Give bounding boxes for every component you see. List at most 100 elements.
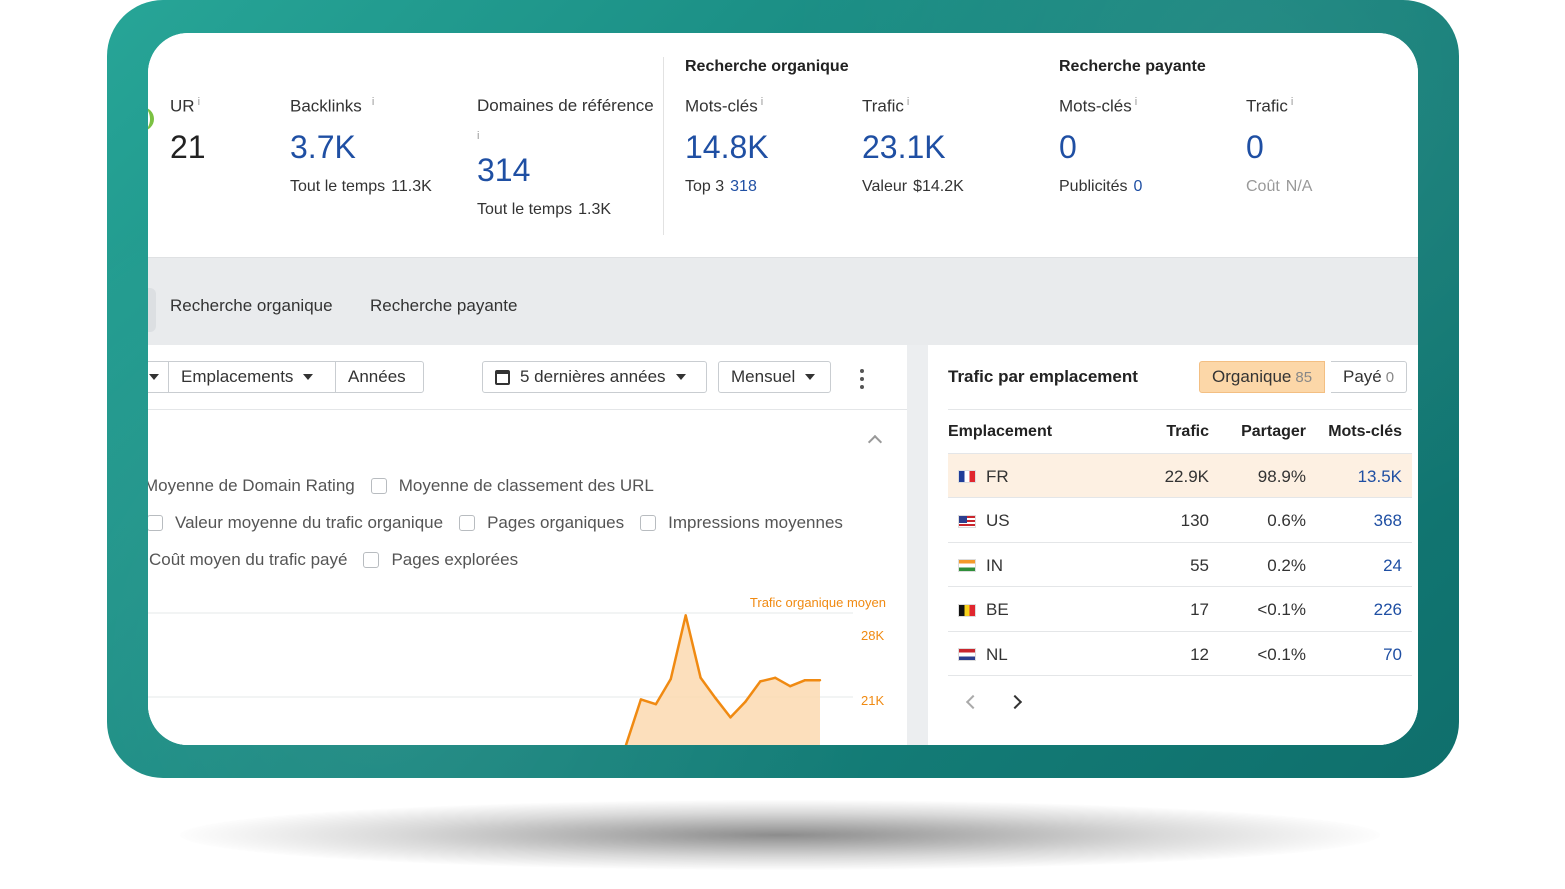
info-icon[interactable]: i <box>1135 96 1137 108</box>
checkbox-crawled-pages[interactable]: Pages explorées <box>363 550 518 570</box>
period-dropdown[interactable]: 5 dernières années <box>482 361 707 393</box>
interval-dropdown[interactable]: Mensuel <box>718 361 831 393</box>
organic-traffic-label: Trafic <box>862 96 904 116</box>
data-point-2[interactable] <box>654 703 658 706</box>
calendar-icon <box>495 369 510 385</box>
location-code: FR <box>986 466 1009 486</box>
keywords-link[interactable]: 368 <box>1374 511 1402 531</box>
keywords-link[interactable]: 24 <box>1383 556 1402 576</box>
data-point-13[interactable] <box>818 679 822 682</box>
cost-value: N/A <box>1285 177 1313 195</box>
info-icon[interactable]: i <box>198 96 200 108</box>
caret-down-icon <box>675 374 686 380</box>
checkbox-avg-url-rating[interactable]: Moyenne de classement des URL <box>370 476 654 496</box>
backlinks-sub-value: 11.3K <box>391 177 432 195</box>
data-point-5[interactable] <box>699 676 702 679</box>
share-cell: <0.1% <box>1257 644 1306 664</box>
col-share[interactable]: Partager <box>1241 423 1306 441</box>
traffic-cell: 55 <box>1190 555 1209 575</box>
table-row[interactable]: FR 22.9K 98.9% 13.5K <box>948 453 1412 498</box>
data-point-8[interactable] <box>744 700 747 703</box>
panel-title: Trafic par emplacement <box>948 367 1138 386</box>
share-cell: <0.1% <box>1257 600 1306 619</box>
data-point-6[interactable] <box>714 697 717 700</box>
keywords-link[interactable]: 13.5K <box>1358 467 1402 487</box>
table-row[interactable]: NL 12 <0.1% 70 <box>948 632 1412 676</box>
info-icon[interactable]: i <box>1291 96 1293 108</box>
checkbox-box[interactable] <box>370 478 387 494</box>
checkbox-avg-organic-value[interactable]: Valeur moyenne du trafic organique <box>148 513 443 533</box>
y-tick-label: 21K <box>861 693 885 708</box>
data-point-9[interactable] <box>759 680 762 683</box>
paid-traffic-value[interactable]: 0 <box>1246 129 1312 166</box>
toggle-paid-count: 0 <box>1385 368 1395 386</box>
divider <box>148 409 907 410</box>
toggle-organic[interactable]: Organique 85 <box>1199 361 1326 393</box>
toggle-paid[interactable]: Payé 0 <box>1331 361 1408 393</box>
rating-gauge-edge <box>148 107 154 131</box>
chart-panel: Emplacements Années 5 dernières années M… <box>148 345 907 745</box>
locations-label: Emplacements <box>181 367 294 386</box>
filter-dropdown[interactable] <box>148 361 169 393</box>
organic-keywords-value[interactable]: 14.8K <box>685 129 769 166</box>
checkbox-box[interactable] <box>459 515 476 531</box>
data-point-4[interactable] <box>684 614 687 617</box>
checkbox-avg-impressions[interactable]: Impressions moyennes <box>640 513 843 533</box>
metric-paid-traffic: Trafic i 0 Coût N/A <box>1246 96 1312 196</box>
chevron-left-icon[interactable] <box>965 694 981 710</box>
chart-svg <box>148 612 853 745</box>
table-row[interactable]: BE 17 <0.1% 226 <box>948 587 1412 632</box>
checkbox-avg-paid-cost[interactable]: Coût moyen du trafic payé <box>149 550 347 570</box>
chevron-up-icon[interactable] <box>867 434 883 450</box>
checkbox-box[interactable] <box>640 515 657 531</box>
checkbox-box[interactable] <box>363 552 380 568</box>
flag-us-icon <box>958 514 976 528</box>
col-location[interactable]: Emplacement <box>948 423 1052 441</box>
metric-ur: UR i 21 <box>170 96 206 166</box>
data-point-3[interactable] <box>669 677 672 681</box>
col-keywords[interactable]: Mots-clés <box>1328 423 1402 441</box>
ref-domains-label: Domaines de référence <box>477 96 654 115</box>
top3-value[interactable]: 318 <box>730 178 757 195</box>
data-point-10[interactable] <box>774 676 777 679</box>
ref-domains-value[interactable]: 314 <box>477 152 654 189</box>
table-row[interactable]: US 130 0.6% 368 <box>948 498 1412 543</box>
ads-value[interactable]: 0 <box>1133 178 1142 195</box>
locations-dropdown[interactable]: Emplacements <box>168 361 336 393</box>
data-point-12[interactable] <box>803 679 807 682</box>
toggle-organic-count: 85 <box>1295 368 1313 386</box>
info-icon[interactable]: i <box>372 96 374 108</box>
keywords-link[interactable]: 226 <box>1374 600 1402 620</box>
checkbox-label: Pages explorées <box>391 550 519 569</box>
organic-traffic-value[interactable]: 23.1K <box>862 129 964 166</box>
tab-organic-search[interactable]: Recherche organique <box>170 296 333 316</box>
years-button[interactable]: Années <box>335 361 424 393</box>
traffic-cell: 12 <box>1190 644 1209 664</box>
info-icon[interactable]: i <box>761 96 763 108</box>
checkbox-organic-pages[interactable]: Pages organiques <box>459 513 624 533</box>
info-icon[interactable]: i <box>477 130 654 142</box>
checkbox-row: Moyenne de Domain Rating Moyenne de clas… <box>148 476 670 496</box>
info-icon[interactable]: i <box>907 96 909 108</box>
col-traffic[interactable]: Trafic <box>1166 423 1209 441</box>
more-options-icon[interactable] <box>860 369 866 393</box>
checkbox-avg-domain-rating[interactable]: Moyenne de Domain Rating <box>148 476 355 496</box>
data-point-7[interactable] <box>729 716 732 719</box>
table-row[interactable]: IN 55 0.2% 24 <box>948 543 1412 587</box>
traffic-by-location-panel: Trafic par emplacement Organique 85 Payé 0… <box>928 345 1418 745</box>
chevron-right-icon[interactable] <box>1007 694 1023 710</box>
tab-paid-search[interactable]: Recherche payante <box>370 296 517 316</box>
keywords-link[interactable]: 70 <box>1383 645 1402 665</box>
caret-down-icon <box>149 374 159 380</box>
paid-keywords-value[interactable]: 0 <box>1059 129 1142 166</box>
data-point-11[interactable] <box>788 685 792 688</box>
top3-label: Top 3 <box>685 177 725 195</box>
ur-value: 21 <box>170 128 206 165</box>
data-point-1[interactable] <box>639 698 643 701</box>
cost-label: Coût <box>1246 177 1280 195</box>
checkbox-box[interactable] <box>148 515 163 531</box>
backlinks-value[interactable]: 3.7K <box>290 129 432 166</box>
stage: UR i 21 Backlinks i 3.7K Tout le temps 11.3… <box>0 0 1565 889</box>
metric-organic-traffic: Trafic i 23.1K Valeur $14.2K <box>862 96 964 196</box>
metric-backlinks: Backlinks i 3.7K Tout le temps 11.3K <box>290 96 432 196</box>
